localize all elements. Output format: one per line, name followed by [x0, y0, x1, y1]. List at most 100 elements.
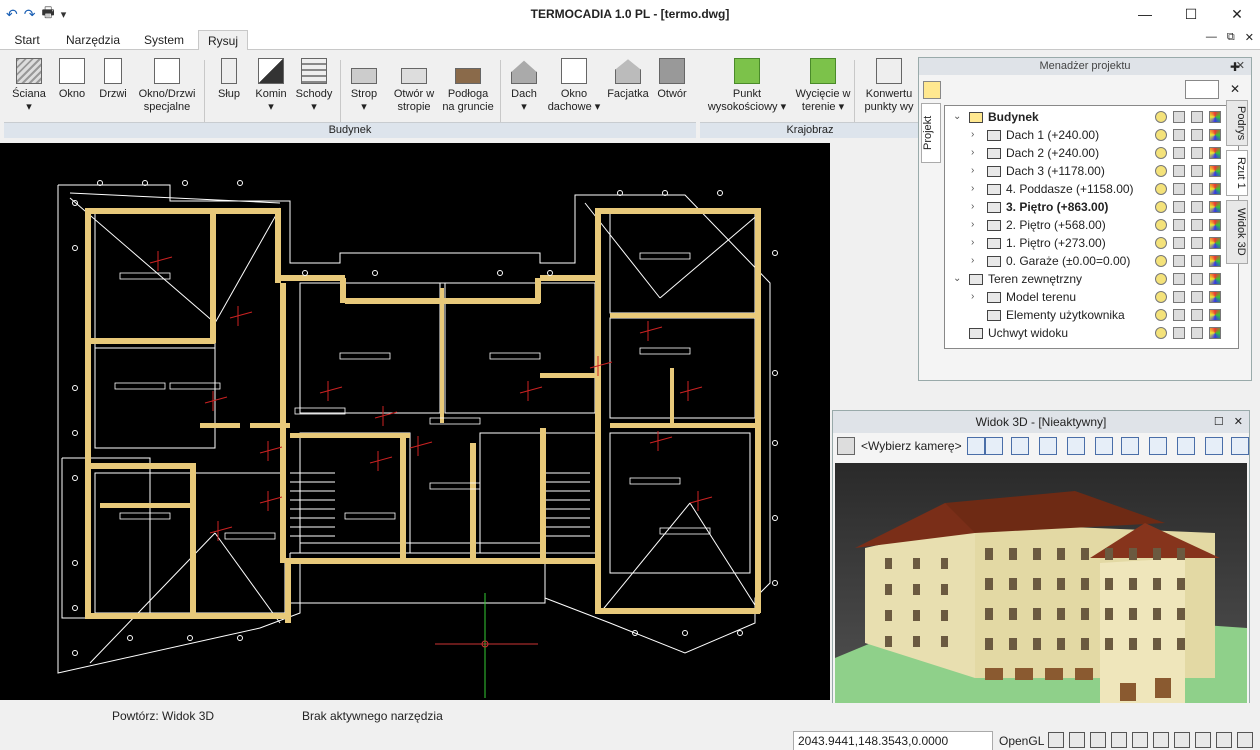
house-icon[interactable]	[923, 81, 941, 99]
print-icon[interactable]	[1191, 201, 1203, 213]
tab-rzut-1[interactable]: Rzut 1	[1226, 150, 1248, 196]
print-icon[interactable]	[1191, 165, 1203, 177]
tree-item[interactable]: › Dach 3 (+1178.00)	[945, 162, 1238, 180]
color-icon[interactable]	[1209, 219, 1221, 231]
tree-expander-icon[interactable]: ›	[971, 144, 974, 162]
okno-drzwi-specjalne-button[interactable]: Okno/Drzwi specjalne	[134, 58, 200, 114]
floors-icon[interactable]	[1205, 437, 1223, 455]
tree-item[interactable]: ⌄ Teren zewnętrzny	[945, 270, 1238, 288]
color-icon[interactable]	[1209, 165, 1221, 177]
tab-projekt[interactable]: Projekt	[921, 103, 941, 163]
lines-icon[interactable]	[1111, 732, 1127, 748]
color-icon[interactable]	[1209, 309, 1221, 321]
visibility-bulb-icon[interactable]	[1155, 291, 1167, 303]
minimize-button[interactable]: —	[1122, 0, 1168, 28]
tree-expander-icon[interactable]: ›	[971, 288, 974, 306]
visibility-bulb-icon[interactable]	[1155, 147, 1167, 159]
dach-button[interactable]: Dach ▾	[504, 58, 544, 114]
color-icon[interactable]	[1209, 201, 1221, 213]
lock-icon[interactable]	[1173, 219, 1185, 231]
building-icon[interactable]	[1177, 437, 1195, 455]
slup-button[interactable]: Słup	[208, 58, 250, 101]
lock-icon[interactable]	[1173, 111, 1185, 123]
tree-item[interactable]: › Dach 1 (+240.00)	[945, 126, 1238, 144]
drzwi-button[interactable]: Drzwi	[92, 58, 134, 101]
color-icon[interactable]	[1209, 273, 1221, 285]
tree-item[interactable]: › 2. Piętro (+568.00)	[945, 216, 1238, 234]
render-icon[interactable]	[1067, 437, 1085, 455]
print-icon[interactable]	[1191, 309, 1203, 321]
print-icon[interactable]	[1191, 273, 1203, 285]
color-icon[interactable]	[1209, 255, 1221, 267]
export-icon[interactable]	[1231, 437, 1249, 455]
tree-expander-icon[interactable]: ›	[971, 198, 974, 216]
visibility-bulb-icon[interactable]	[1155, 237, 1167, 249]
podloga-na-gruncie-button[interactable]: Podłoga na gruncie	[438, 58, 498, 114]
komin-button[interactable]: Komin ▾	[250, 58, 292, 114]
tree-expander-icon[interactable]: ›	[971, 180, 974, 198]
visibility-bulb-icon[interactable]	[1155, 183, 1167, 195]
maximize-button[interactable]: ☐	[1168, 0, 1214, 28]
camera-add-icon[interactable]	[837, 437, 855, 455]
visibility-bulb-icon[interactable]	[1155, 273, 1167, 285]
tree-expander-icon[interactable]: ›	[971, 252, 974, 270]
color-icon[interactable]	[1209, 327, 1221, 339]
tree-item[interactable]: › 0. Garaże (±0.00=0.00)	[945, 252, 1238, 270]
schody-button[interactable]: Schody ▾	[292, 58, 336, 114]
lock-icon[interactable]	[1173, 327, 1185, 339]
print-icon[interactable]: 🖶	[41, 2, 54, 26]
strop-button[interactable]: Strop ▾	[344, 58, 384, 114]
lock-icon[interactable]	[1173, 309, 1185, 321]
grid-snap-icon[interactable]	[1048, 732, 1064, 748]
lock-icon[interactable]	[1173, 147, 1185, 159]
crosshair-icon[interactable]	[1195, 732, 1211, 748]
tree-item[interactable]: ⌄ Budynek	[945, 108, 1238, 126]
filter-dropdown-icon[interactable]	[1185, 80, 1219, 99]
ortho-icon[interactable]	[1069, 732, 1085, 748]
repeat-command-text[interactable]: Powtórz: Widok 3D	[112, 709, 214, 723]
tree-item[interactable]: › 3. Piętro (+863.00)	[945, 198, 1238, 216]
otwor-button[interactable]: Otwór	[652, 58, 692, 101]
konwertuj-punkty-button[interactable]: Konwertu punkty wy	[860, 58, 918, 114]
visibility-bulb-icon[interactable]	[1155, 201, 1167, 213]
view-3d-viewport[interactable]	[835, 463, 1247, 721]
sciana-button[interactable]: Ściana ▾	[6, 58, 52, 114]
tab-widok-3d[interactable]: Widok 3D	[1226, 200, 1248, 264]
walk-icon[interactable]	[1095, 437, 1113, 455]
visibility-bulb-icon[interactable]	[1155, 129, 1167, 141]
print-icon[interactable]	[1191, 255, 1203, 267]
close-icon[interactable]: ✕	[1234, 411, 1243, 433]
lock-icon[interactable]	[1173, 255, 1185, 267]
print-icon[interactable]	[1191, 219, 1203, 231]
tree-expander-icon[interactable]: ⌄	[953, 270, 961, 288]
tab-rysuj[interactable]: Rysuj	[198, 30, 248, 50]
visibility-bulb-icon[interactable]	[1155, 255, 1167, 267]
tab-narzedzia[interactable]: Narzędzia	[58, 30, 128, 50]
pin-icon[interactable]: ✚	[1230, 60, 1240, 74]
color-icon[interactable]	[1209, 147, 1221, 159]
tree-item[interactable]: › Model terenu	[945, 288, 1238, 306]
lock-icon[interactable]	[1173, 129, 1185, 141]
tree-expander-icon[interactable]: ›	[971, 234, 974, 252]
grid-icon[interactable]	[1090, 732, 1106, 748]
redo-icon[interactable]: ↷	[24, 6, 36, 23]
visibility-bulb-icon[interactable]	[1155, 327, 1167, 339]
print-icon[interactable]	[1191, 291, 1203, 303]
camera-list-icon[interactable]	[967, 437, 985, 455]
wyciecie-w-terenie-button[interactable]: Wycięcie w terenie ▾	[792, 58, 854, 114]
tree-item[interactable]: Elementy użytkownika	[945, 306, 1238, 324]
color-icon[interactable]	[1209, 111, 1221, 123]
lock-icon[interactable]	[1173, 201, 1185, 213]
color-icon[interactable]	[1209, 237, 1221, 249]
tree-expander-icon[interactable]: ›	[971, 162, 974, 180]
customize-dropdown-icon[interactable]: ▾	[61, 8, 67, 21]
tree-expander-icon[interactable]: ›	[971, 216, 974, 234]
print-icon[interactable]	[1191, 129, 1203, 141]
tree-expander-icon[interactable]: ⌄	[953, 108, 961, 126]
color-icon[interactable]	[1209, 129, 1221, 141]
print-icon[interactable]	[1191, 237, 1203, 249]
drawing-canvas[interactable]	[0, 143, 830, 700]
tab-start[interactable]: Start	[4, 30, 50, 50]
punkt-wysokosciowy-button[interactable]: Punkt wysokościowy ▾	[702, 58, 792, 114]
tab-system[interactable]: System	[136, 30, 192, 50]
